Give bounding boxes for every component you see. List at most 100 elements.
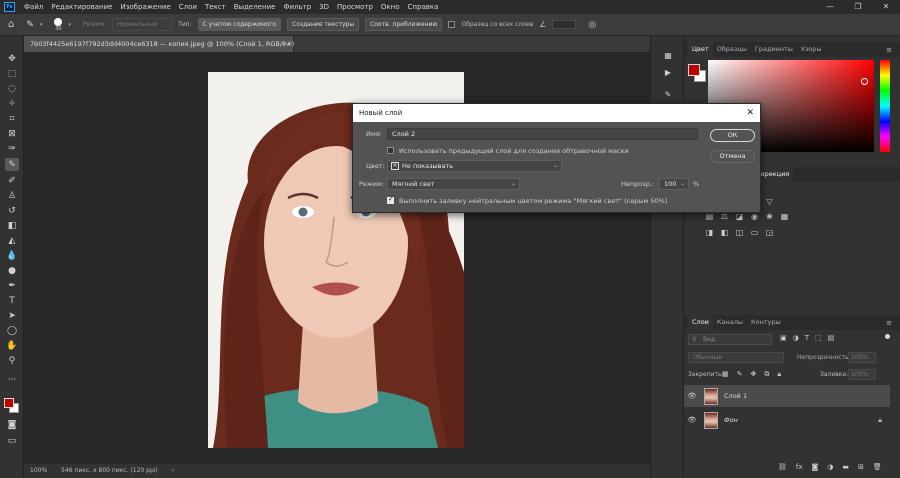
lasso-tool-icon[interactable]: ◌ bbox=[5, 82, 19, 95]
screen-mode-icon[interactable]: ▭ bbox=[5, 434, 19, 447]
filter-type-icon[interactable]: T bbox=[805, 334, 809, 342]
paint-bucket-tool-icon[interactable]: ◭ bbox=[5, 234, 19, 247]
tab-swatches[interactable]: Образцы bbox=[713, 42, 751, 57]
dodge-tool-icon[interactable]: ● bbox=[5, 264, 19, 277]
history-icon[interactable]: ▦ bbox=[662, 50, 674, 62]
fill-neutral-checkbox[interactable] bbox=[387, 195, 394, 204]
selective-color-icon[interactable]: ◲ bbox=[764, 228, 775, 237]
opacity-input[interactable]: 100% bbox=[848, 352, 876, 363]
filter-smart-object-icon[interactable]: ▤ bbox=[828, 334, 835, 342]
channel-mixer-icon[interactable]: ❀ bbox=[764, 212, 775, 221]
filter-pixel-icon[interactable]: ▣ bbox=[780, 334, 787, 342]
tab-gradients[interactable]: Градиенты bbox=[751, 42, 797, 57]
brush-preset-picker[interactable]: 30 bbox=[54, 17, 63, 32]
blend-mode-select[interactable]: Мягкий свет ⌄ bbox=[387, 178, 520, 190]
tab-layers[interactable]: Слои bbox=[688, 315, 713, 330]
layer-row[interactable]: 👁︎ Фон 🔒︎ bbox=[684, 409, 890, 431]
foreground-color-swatch[interactable] bbox=[688, 64, 700, 76]
pen-tool-icon[interactable]: ✒ bbox=[5, 279, 19, 292]
sample-all-layers-checkbox[interactable] bbox=[448, 21, 456, 28]
clone-stamp-tool-icon[interactable]: ♙ bbox=[5, 189, 19, 202]
blur-tool-icon[interactable]: 💧 bbox=[5, 249, 19, 262]
content-aware-button[interactable]: С учетом содержимого bbox=[197, 18, 282, 31]
lock-position-icon[interactable]: ✥ bbox=[751, 370, 757, 379]
cancel-button[interactable]: Отмена bbox=[710, 150, 755, 163]
color-balance-icon[interactable]: ⚖ bbox=[719, 212, 730, 221]
eyedropper-tool-icon[interactable]: ✑ bbox=[5, 142, 19, 155]
layer-style-icon[interactable]: fx bbox=[796, 463, 803, 471]
zoom-level[interactable]: 100% bbox=[30, 464, 47, 478]
healing-brush-tool-icon[interactable]: ✎ bbox=[26, 20, 34, 30]
vibrance-icon[interactable]: ▽ bbox=[764, 197, 775, 206]
menu-file[interactable]: Файл bbox=[20, 0, 47, 14]
clip-mask-checkbox[interactable] bbox=[387, 147, 394, 154]
layers-search-field[interactable]: ⚲ Вид bbox=[688, 334, 772, 345]
posterize-icon[interactable]: ◧ bbox=[719, 228, 730, 237]
quick-mask-icon[interactable]: ◙ bbox=[5, 418, 19, 431]
menu-select[interactable]: Выделение bbox=[230, 0, 280, 14]
filter-toggle-icon[interactable] bbox=[885, 334, 890, 339]
color-select[interactable]: ✕ Не показывать ⌄ bbox=[387, 160, 562, 172]
visibility-eye-icon[interactable]: 👁︎ bbox=[684, 392, 700, 400]
path-selection-tool-icon[interactable]: ➤ bbox=[5, 309, 19, 322]
hue-saturation-icon[interactable]: ▤ bbox=[704, 212, 715, 221]
fill-input[interactable]: 100% bbox=[848, 369, 876, 380]
new-layer-icon[interactable]: ⊞ bbox=[858, 463, 864, 471]
panel-menu-icon[interactable]: ≡ bbox=[886, 319, 892, 327]
eraser-tool-icon[interactable]: ◧ bbox=[5, 219, 19, 232]
chevron-down-icon[interactable]: ⌄ bbox=[680, 179, 685, 189]
opacity-input[interactable]: 100 ⌄ bbox=[659, 178, 689, 190]
black-white-icon[interactable]: ◪ bbox=[734, 212, 745, 221]
menu-layers[interactable]: Слои bbox=[175, 0, 201, 14]
create-texture-button[interactable]: Создание текстуры bbox=[287, 18, 360, 31]
marquee-tool-icon[interactable]: ⬚ bbox=[5, 67, 19, 80]
more-tools-icon[interactable]: ··· bbox=[5, 373, 19, 386]
filter-adjustment-icon[interactable]: ◑ bbox=[793, 334, 799, 342]
tab-patterns[interactable]: Узоры bbox=[797, 42, 826, 57]
lock-all-icon[interactable]: 🔒︎ bbox=[777, 370, 781, 379]
menu-help[interactable]: Справка bbox=[404, 0, 443, 14]
threshold-icon[interactable]: ◫ bbox=[734, 228, 745, 237]
gradient-map-icon[interactable]: ▭ bbox=[749, 228, 760, 237]
menu-window[interactable]: Окно bbox=[377, 0, 404, 14]
tab-channels[interactable]: Каналы bbox=[713, 315, 747, 330]
pressure-size-icon[interactable]: ◎ bbox=[588, 20, 596, 30]
layer-name[interactable]: Слой 1 bbox=[724, 392, 747, 400]
magic-wand-tool-icon[interactable]: ✧ bbox=[5, 97, 19, 110]
tab-color[interactable]: Цвет bbox=[688, 42, 713, 57]
menu-3d[interactable]: 3D bbox=[315, 0, 333, 14]
move-tool-icon[interactable]: ✥ bbox=[5, 52, 19, 65]
menu-image[interactable]: Изображение bbox=[116, 0, 174, 14]
proximity-match-button[interactable]: Соотв. приближению bbox=[365, 18, 443, 31]
chevron-down-icon[interactable]: ▾ bbox=[68, 22, 71, 28]
crop-tool-icon[interactable]: ⌗ bbox=[5, 112, 19, 125]
menu-view[interactable]: Просмотр bbox=[333, 0, 377, 14]
lock-artboard-icon[interactable]: ⧉ bbox=[764, 370, 769, 379]
type-tool-icon[interactable]: T bbox=[5, 294, 19, 307]
layer-name[interactable]: Фон bbox=[724, 416, 738, 424]
filter-shape-icon[interactable]: ⬚ bbox=[815, 334, 822, 342]
ok-button[interactable]: ОК bbox=[710, 129, 755, 142]
hue-slider[interactable] bbox=[880, 60, 890, 152]
add-mask-icon[interactable]: ◙ bbox=[812, 463, 819, 471]
minimize-icon[interactable]: — bbox=[816, 0, 844, 14]
close-icon[interactable]: ✕ bbox=[746, 104, 754, 122]
zoom-tool-icon[interactable]: ⚲ bbox=[5, 354, 19, 367]
chevron-down-icon[interactable]: ▾ bbox=[40, 22, 43, 28]
invert-icon[interactable]: ◨ bbox=[704, 228, 715, 237]
angle-icon[interactable]: ∠ bbox=[539, 20, 546, 29]
healing-brush-tool-icon[interactable]: ✎ bbox=[5, 158, 19, 171]
visibility-eye-icon[interactable]: 👁︎ bbox=[684, 416, 700, 424]
home-icon[interactable]: ⌂ bbox=[8, 19, 14, 30]
ellipse-tool-icon[interactable]: ◯ bbox=[5, 324, 19, 337]
layer-row[interactable]: 👁︎ Слой 1 bbox=[684, 385, 890, 407]
close-window-icon[interactable]: ✕ bbox=[872, 0, 900, 14]
tab-paths[interactable]: Контуры bbox=[747, 315, 785, 330]
brush-settings-icon[interactable]: ✎ bbox=[662, 89, 674, 101]
new-group-icon[interactable]: ▬ bbox=[842, 463, 849, 471]
hand-tool-icon[interactable]: ✋ bbox=[5, 339, 19, 352]
menu-edit[interactable]: Редактирование bbox=[47, 0, 116, 14]
photo-filter-icon[interactable]: ◉ bbox=[749, 212, 760, 221]
menu-filter[interactable]: Фильтр bbox=[279, 0, 315, 14]
brush-tool-icon[interactable]: ✐ bbox=[5, 174, 19, 187]
